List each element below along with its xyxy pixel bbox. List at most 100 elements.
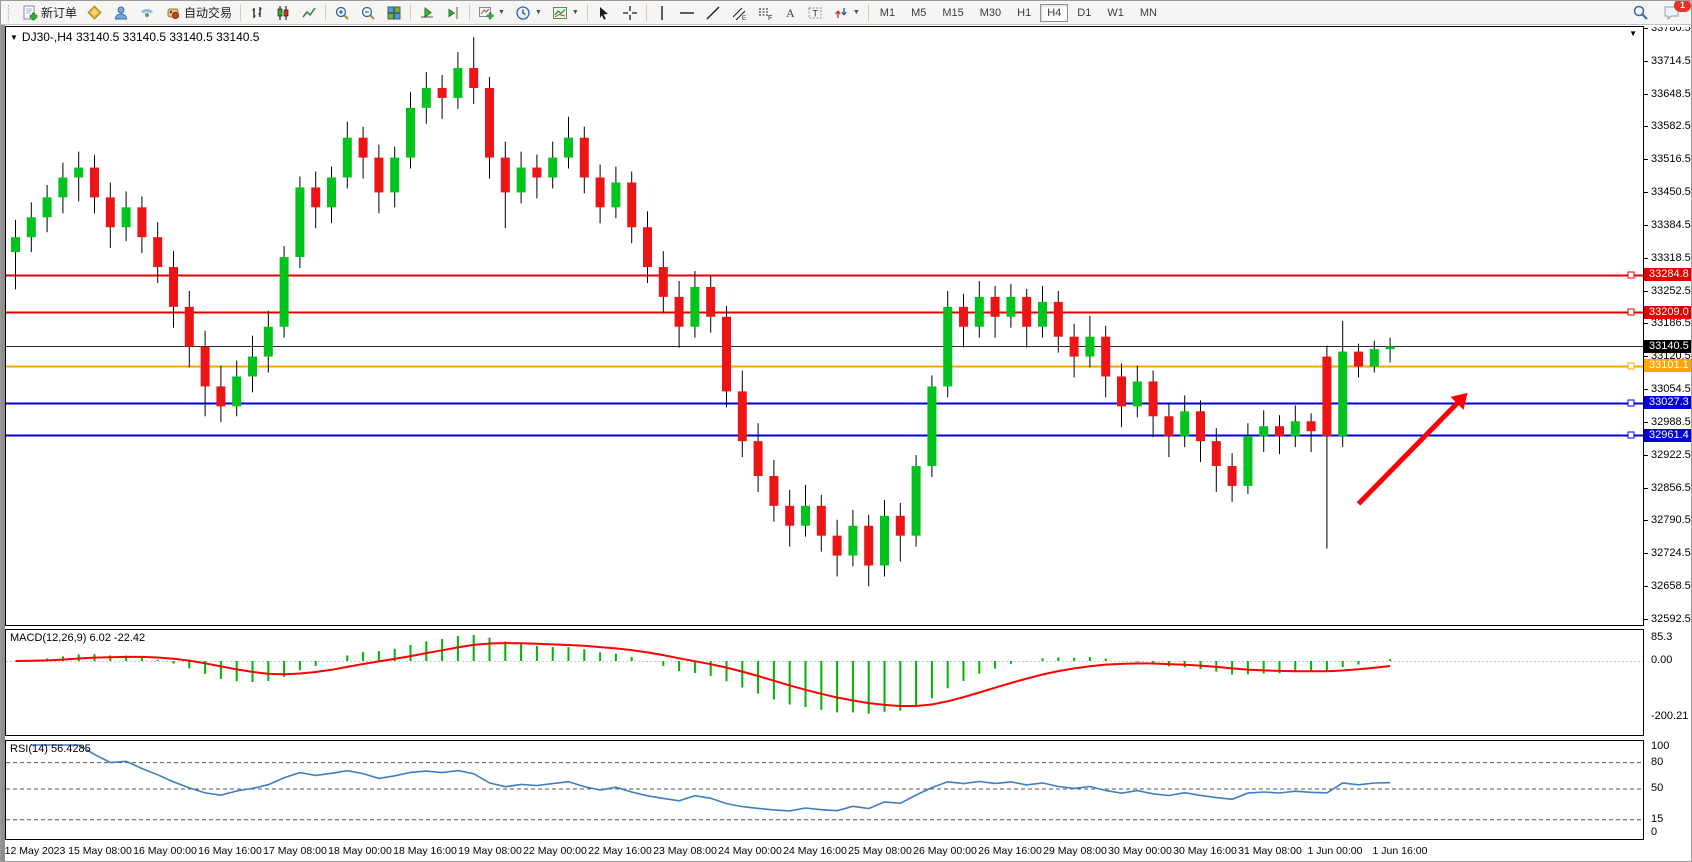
charts-button[interactable] (83, 3, 107, 23)
line-chart-button[interactable] (297, 3, 321, 23)
time-label: 31 May 08:00 (1238, 845, 1302, 857)
text-label-button[interactable]: T (803, 3, 827, 23)
cursor-button[interactable] (592, 3, 616, 23)
candle-bull (1370, 349, 1379, 366)
timeframe-w1[interactable]: W1 (1100, 4, 1131, 22)
time-label: 19 May 08:00 (458, 845, 522, 857)
timeframe-m1[interactable]: M1 (873, 4, 902, 22)
horizontal-line-button[interactable] (675, 3, 699, 23)
timeframe-h4[interactable]: H4 (1040, 4, 1068, 22)
bar-chart-button[interactable] (245, 3, 269, 23)
equidistant-channel-button[interactable]: E (727, 3, 751, 23)
price-chart-panel[interactable]: ▼ DJ30-,H4 33140.5 33140.5 33140.5 33140… (5, 26, 1644, 626)
candle-bull (927, 386, 936, 466)
candle-bull (1085, 337, 1094, 357)
rsi-panel[interactable]: RSI(14) 56.4285 (5, 740, 1644, 840)
candle-bear (991, 297, 1000, 317)
candle-bear (469, 68, 478, 88)
candle-bear (1307, 421, 1316, 431)
candle-bull (1180, 411, 1189, 436)
indicators-icon (478, 5, 494, 21)
periods-button[interactable]: ▼ (511, 3, 546, 23)
vertical-line-button[interactable] (651, 3, 673, 23)
arrow-annotation[interactable] (1359, 402, 1459, 504)
timeframe-h1[interactable]: H1 (1010, 4, 1038, 22)
time-label: 18 May 16:00 (393, 845, 457, 857)
chat-button[interactable]: 1 (1659, 2, 1685, 23)
candle-bear (137, 207, 146, 237)
time-label: 22 May 16:00 (588, 845, 652, 857)
search-icon (1632, 4, 1649, 21)
candle-bull (422, 88, 431, 108)
candle-bear (1228, 466, 1237, 486)
hline-handle[interactable] (1628, 432, 1634, 438)
time-label: 26 May 16:00 (978, 845, 1042, 857)
timeframe-m30[interactable]: M30 (973, 4, 1008, 22)
time-axis[interactable]: 12 May 202315 May 08:0016 May 00:0016 Ma… (5, 841, 1644, 862)
candle-bull (43, 197, 52, 217)
autotrading-button[interactable]: 自动交易 (161, 2, 236, 23)
candle-bull (343, 138, 352, 178)
timeframe-m5[interactable]: M5 (904, 4, 933, 22)
time-label: 26 May 00:00 (913, 845, 977, 857)
macd-panel[interactable]: MACD(12,26,9) 6.02 -22.42 (5, 629, 1644, 736)
price-tick-label: 33054.5 (1644, 383, 1691, 395)
zoom-in-button[interactable] (330, 3, 354, 23)
hline-handle[interactable] (1628, 400, 1634, 406)
rsi-axis-label: 15 (1644, 813, 1663, 825)
new-order-button[interactable]: 新订单 (18, 2, 81, 23)
tile-windows-button[interactable] (382, 3, 406, 23)
candle-bear (738, 391, 747, 441)
candle-bear (785, 506, 794, 526)
profile-button[interactable] (109, 3, 133, 23)
fibonacci-icon: F (757, 5, 773, 21)
zoom-out-button[interactable] (356, 3, 380, 23)
price-badge-33027.3: 33027.3 (1644, 396, 1692, 409)
notification-badge: 1 (1674, 0, 1691, 12)
chart-menu-icon[interactable]: ▼ (10, 33, 18, 42)
svg-text:F: F (768, 15, 772, 21)
macd-label: MACD(12,26,9) 6.02 -22.42 (10, 632, 145, 644)
candle-bear (596, 177, 605, 207)
price-axis[interactable]: 33780.533714.533648.533582.533516.533450… (1644, 27, 1692, 625)
candlestick-button[interactable] (271, 3, 295, 23)
candle-bull (11, 237, 20, 252)
hline-handle[interactable] (1628, 309, 1634, 315)
timeframe-mn[interactable]: MN (1133, 4, 1164, 22)
toolbar-right: 1 (1628, 2, 1687, 23)
candle-bull (1386, 346, 1395, 349)
line-chart-icon (301, 5, 317, 21)
candle-bear (106, 197, 115, 227)
fibonacci-button[interactable]: F (753, 3, 777, 23)
hline-handle[interactable] (1628, 363, 1634, 369)
candle-bull (1291, 421, 1300, 436)
search-button[interactable] (1628, 2, 1653, 23)
candle-bear (1212, 441, 1221, 466)
indicators-button[interactable]: ▼ (474, 3, 509, 23)
candle-bull (295, 187, 304, 257)
templates-button[interactable]: ▼ (548, 3, 583, 23)
shift-chart-button[interactable] (441, 3, 465, 23)
macd-axis-label: 85.3 (1644, 631, 1672, 643)
price-badge-33101.1: 33101.1 (1644, 359, 1692, 372)
candle-bear (1322, 357, 1331, 437)
dropdown-caret-icon: ▼ (572, 9, 579, 16)
crosshair-button[interactable] (618, 3, 642, 23)
signals-button[interactable] (135, 3, 159, 23)
timeframe-m15[interactable]: M15 (935, 4, 970, 22)
chart-corner-menu-icon[interactable]: ▼ (1629, 29, 1637, 38)
rsi-axis-label: 100 (1644, 740, 1669, 752)
candle-bear (833, 536, 842, 556)
timeframe-d1[interactable]: D1 (1070, 4, 1098, 22)
candle-bull (548, 158, 557, 178)
time-label: 24 May 00:00 (718, 845, 782, 857)
hline-handle[interactable] (1628, 272, 1634, 278)
auto-scroll-button[interactable] (415, 3, 439, 23)
arrows-button[interactable]: ▼ (829, 3, 864, 23)
rsi-canvas (6, 741, 1643, 839)
text-button[interactable]: A (779, 3, 801, 23)
trendline-button[interactable] (701, 3, 725, 23)
candle-bear (1354, 352, 1363, 367)
candle-bull (27, 217, 36, 237)
candle-bear (359, 138, 368, 158)
